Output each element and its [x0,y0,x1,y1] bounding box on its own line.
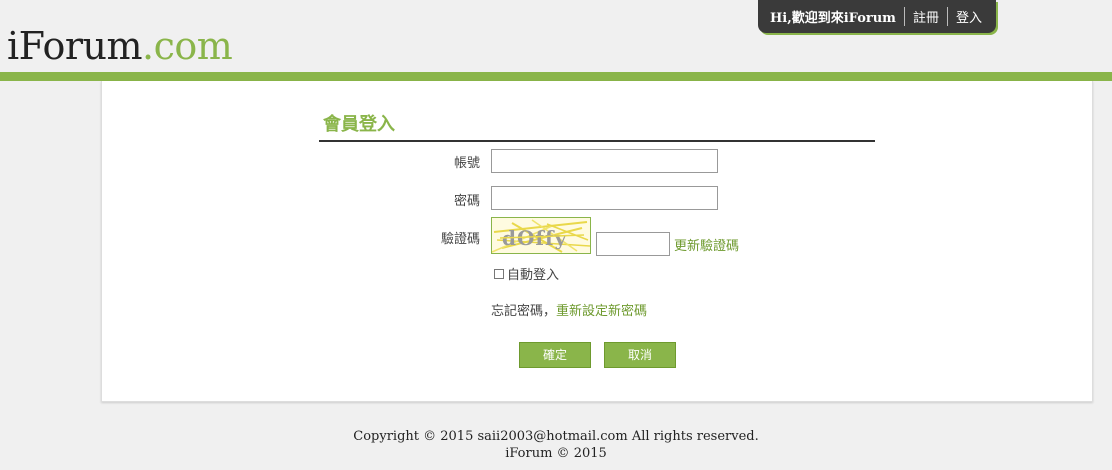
captcha-image: dOffy [491,217,591,254]
auto-login-label: 自動登入 [507,268,560,283]
footer-brand: iForum © 2015 [505,446,607,461]
account-label: 帳號 [453,156,480,171]
logo-main-text: iForum [7,24,143,68]
password-input[interactable] [491,186,718,210]
captcha-input[interactable] [596,232,670,256]
forgot-password-text: 忘記密碼， [491,304,557,319]
cancel-button[interactable]: 取消 [604,342,676,368]
top-nav: Hi,歡迎到來iForum 註冊 登入 [758,0,996,33]
register-link[interactable]: 註冊 [903,7,947,26]
captcha-label: 驗證碼 [440,232,480,247]
page-title: 會員登入 [323,114,395,135]
auto-login-checkbox[interactable]: 自動登入 [494,264,559,283]
refresh-captcha-link[interactable]: 更新驗證碼 [674,235,739,254]
password-label: 密碼 [453,194,480,209]
header-divider-bar [0,72,1112,81]
login-link[interactable]: 登入 [946,7,990,26]
forgot-password-line: 忘記密碼，重新設定新密碼 [491,300,647,319]
welcome-text: Hi,歡迎到來iForum [770,11,896,26]
reset-password-link[interactable]: 重新設定新密碼 [556,304,647,319]
site-logo[interactable]: iForum.com [7,22,233,70]
logo-suffix-text: .com [142,24,233,68]
checkbox-icon[interactable] [494,268,504,279]
account-input[interactable] [491,149,718,173]
title-divider [319,140,875,142]
footer-copyright: Copyright © 2015 saii2003@hotmail.com Al… [353,429,759,444]
confirm-button[interactable]: 確定 [519,342,591,368]
